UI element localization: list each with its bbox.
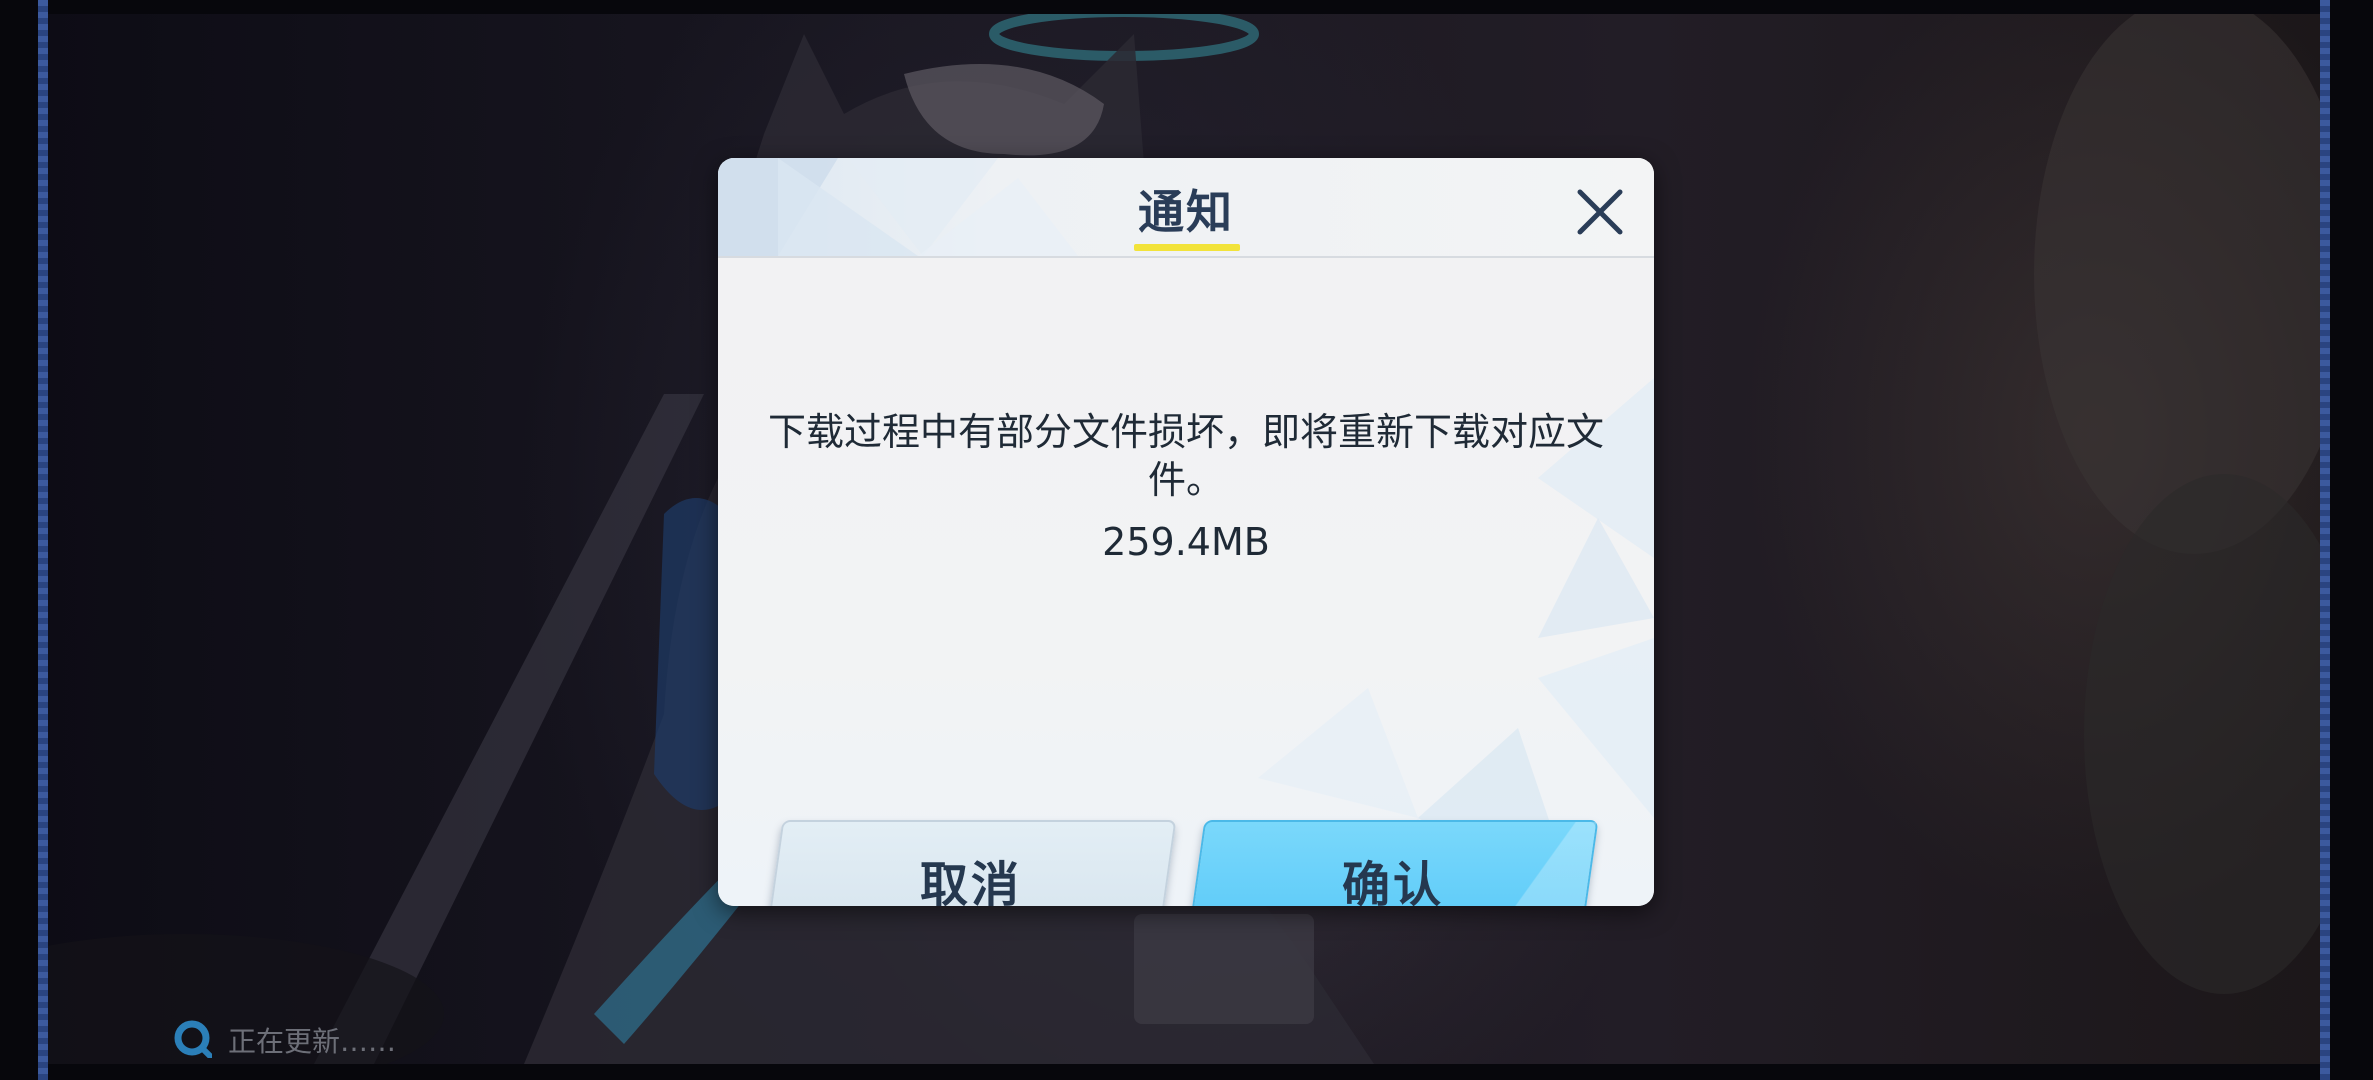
close-icon[interactable] <box>1572 184 1628 240</box>
left-frame-border <box>38 0 48 1080</box>
cancel-button[interactable]: 取消 <box>765 820 1177 906</box>
cancel-button-label: 取消 <box>919 857 1022 906</box>
notice-message: 下载过程中有部分文件损坏，即将重新下载对应文件。 <box>767 410 1604 502</box>
confirm-button-label: 确认 <box>1341 857 1444 906</box>
confirm-button[interactable]: 确认 <box>1187 820 1599 906</box>
right-frame-border <box>2320 0 2330 1080</box>
game-screen: 下载过程中有部分文件损坏，即将重新下载对应文件。 259.4MB 取消 确认 通… <box>0 0 2373 1080</box>
notice-dialog: 下载过程中有部分文件损坏，即将重新下载对应文件。 259.4MB 取消 确认 通… <box>718 158 1654 906</box>
title-underline <box>1134 244 1240 251</box>
dialog-header: 通知 <box>718 158 1654 258</box>
dialog-body: 下载过程中有部分文件损坏，即将重新下载对应文件。 259.4MB 取消 确认 <box>718 258 1654 906</box>
dialog-pattern <box>1258 378 1654 906</box>
download-size: 259.4MB <box>1102 520 1270 564</box>
update-status-text: 正在更新…… <box>228 1025 397 1058</box>
dialog-title: 通知 <box>1138 185 1234 239</box>
loading-icon <box>174 1020 212 1058</box>
